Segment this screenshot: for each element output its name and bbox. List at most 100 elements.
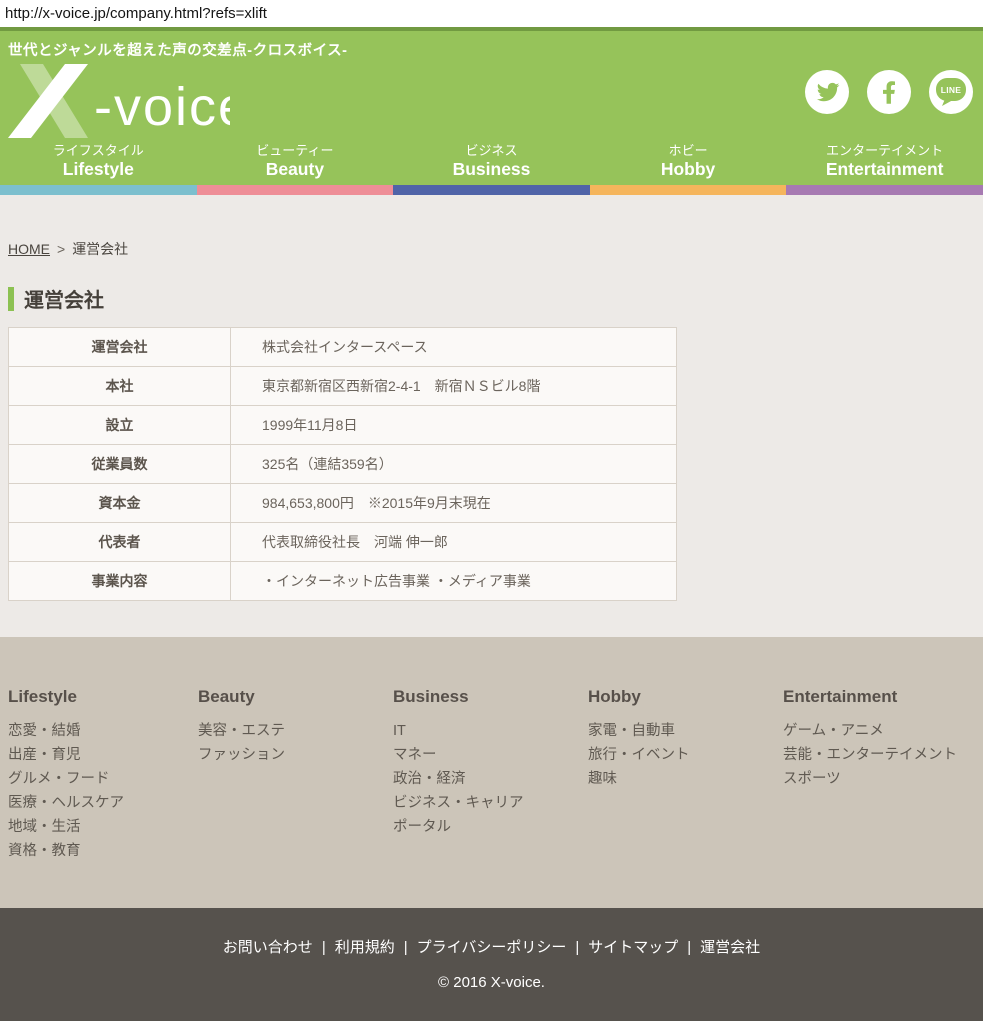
stripe-entertainment: [786, 185, 983, 195]
footer-sitemap: Lifestyle 恋愛・結婚 出産・育児 グルメ・フード 医療・ヘルスケア 地…: [0, 637, 983, 908]
breadcrumb-current: 運営会社: [72, 241, 128, 257]
footer-link[interactable]: 地域・生活: [8, 815, 198, 839]
footer-column-title: Business: [393, 687, 588, 707]
info-value-cell: 984,653,800円 ※2015年9月末現在: [231, 484, 677, 523]
line-button[interactable]: LINE: [929, 70, 973, 114]
footer-column-hobby: Hobby 家電・自動車 旅行・イベント 趣味: [588, 687, 783, 908]
nav-item-beauty[interactable]: ビューティー Beauty: [197, 142, 394, 185]
table-row: 本社 東京都新宿区西新宿2-4-1 新宿ＮＳビル8階: [9, 367, 677, 406]
footer-link-separator: |: [575, 939, 579, 956]
footer-bottom-link-terms[interactable]: 利用規約: [335, 939, 395, 956]
footer-link-separator: |: [404, 939, 408, 956]
facebook-button[interactable]: [867, 70, 911, 114]
footer-bottom-links: お問い合わせ | 利用規約 | プライバシーポリシー | サイトマップ | 運営会社: [0, 938, 983, 957]
footer-link[interactable]: スポーツ: [783, 767, 978, 791]
footer-link-separator: |: [687, 939, 691, 956]
nav-label-jp: ビジネス: [393, 142, 590, 159]
footer-column-title: Hobby: [588, 687, 783, 707]
nav-label-en: Entertainment: [786, 159, 983, 180]
page-title-text: 運営会社: [24, 284, 104, 313]
table-row: 従業員数 325名（連結359名）: [9, 445, 677, 484]
nav-label-jp: エンターテイメント: [786, 142, 983, 159]
nav-label-en: Lifestyle: [0, 159, 197, 180]
info-label-cell: 資本金: [9, 484, 231, 523]
page-title: 運営会社: [8, 284, 975, 313]
twitter-icon: [815, 80, 840, 105]
main-nav: ライフスタイル Lifestyle ビューティー Beauty ビジネス Bus…: [0, 142, 983, 185]
info-label-cell: 事業内容: [9, 562, 231, 601]
company-info-table: 運営会社 株式会社インタースペース 本社 東京都新宿区西新宿2-4-1 新宿ＮＳ…: [8, 327, 677, 601]
footer-link[interactable]: グルメ・フード: [8, 767, 198, 791]
footer-link[interactable]: ビジネス・キャリア: [393, 791, 588, 815]
footer-bottom-link-contact[interactable]: お問い合わせ: [223, 939, 313, 956]
info-label-cell: 従業員数: [9, 445, 231, 484]
footer-link-separator: |: [322, 939, 326, 956]
nav-item-hobby[interactable]: ホビー Hobby: [590, 142, 787, 185]
table-row: 設立 1999年11月8日: [9, 406, 677, 445]
info-value-cell: 東京都新宿区西新宿2-4-1 新宿ＮＳビル8階: [231, 367, 677, 406]
nav-label-en: Hobby: [590, 159, 787, 180]
nav-label-en: Business: [393, 159, 590, 180]
footer-link[interactable]: 医療・ヘルスケア: [8, 791, 198, 815]
breadcrumb-home-link[interactable]: HOME: [8, 241, 50, 257]
footer-link[interactable]: 出産・育児: [8, 743, 198, 767]
footer-link[interactable]: 資格・教育: [8, 839, 198, 863]
info-label-cell: 代表者: [9, 523, 231, 562]
footer-column-entertainment: Entertainment ゲーム・アニメ 芸能・エンターテイメント スポーツ: [783, 687, 978, 908]
table-row: 代表者 代表取締役社長 河端 伸一郎: [9, 523, 677, 562]
nav-item-lifestyle[interactable]: ライフスタイル Lifestyle: [0, 142, 197, 185]
nav-label-jp: ホビー: [590, 142, 787, 159]
footer-link[interactable]: ファッション: [198, 743, 393, 767]
footer-link[interactable]: 趣味: [588, 767, 783, 791]
footer-link[interactable]: 美容・エステ: [198, 719, 393, 743]
footer-link[interactable]: 旅行・イベント: [588, 743, 783, 767]
footer-bottom-link-privacy[interactable]: プライバシーポリシー: [417, 939, 567, 956]
facebook-icon: [882, 81, 896, 104]
info-label-cell: 本社: [9, 367, 231, 406]
site-header: 世代とジャンルを超えた声の交差点-クロスボイス- -voice LINE ライフ…: [0, 31, 983, 185]
nav-item-entertainment[interactable]: エンターテイメント Entertainment: [786, 142, 983, 185]
stripe-lifestyle: [0, 185, 197, 195]
footer-column-lifestyle: Lifestyle 恋愛・結婚 出産・育児 グルメ・フード 医療・ヘルスケア 地…: [8, 687, 198, 908]
footer-column-title: Entertainment: [783, 687, 978, 707]
url-bar: http://x-voice.jp/company.html?refs=xlif…: [0, 0, 983, 27]
footer-bottom-link-sitemap[interactable]: サイトマップ: [588, 939, 678, 956]
info-label-cell: 設立: [9, 406, 231, 445]
breadcrumb: HOME>運営会社: [8, 239, 975, 259]
footer-link[interactable]: ポータル: [393, 815, 588, 839]
footer-link[interactable]: 芸能・エンターテイメント: [783, 743, 978, 767]
table-row: 資本金 984,653,800円 ※2015年9月末現在: [9, 484, 677, 523]
footer-column-business: Business IT マネー 政治・経済 ビジネス・キャリア ポータル: [393, 687, 588, 908]
stripe-business: [393, 185, 590, 195]
main-content: HOME>運営会社 運営会社 運営会社 株式会社インタースペース 本社 東京都新…: [0, 195, 983, 637]
twitter-button[interactable]: [805, 70, 849, 114]
logo-wordmark: -voice: [94, 77, 230, 137]
url-text[interactable]: http://x-voice.jp/company.html?refs=xlif…: [5, 5, 267, 22]
info-value-cell: 代表取締役社長 河端 伸一郎: [231, 523, 677, 562]
footer-link[interactable]: 家電・自動車: [588, 719, 783, 743]
site-logo[interactable]: -voice: [8, 64, 230, 138]
footer-column-title: Beauty: [198, 687, 393, 707]
footer-link[interactable]: マネー: [393, 743, 588, 767]
nav-color-stripes: [0, 185, 983, 195]
site-tagline: 世代とジャンルを超えた声の交差点-クロスボイス-: [0, 31, 983, 60]
footer-link[interactable]: 政治・経済: [393, 767, 588, 791]
nav-item-business[interactable]: ビジネス Business: [393, 142, 590, 185]
social-icons: LINE: [805, 70, 973, 114]
line-icon: LINE: [935, 77, 967, 107]
footer-bottom: お問い合わせ|利用規約|プライバシーポリシー|サイトマップ|運営会社 © 201…: [0, 908, 983, 1021]
footer-bottom-link-company[interactable]: 運営会社: [700, 939, 760, 956]
table-row: 事業内容 ・インターネット広告事業 ・メディア事業: [9, 562, 677, 601]
footer-column-title: Lifestyle: [8, 687, 198, 707]
footer-link[interactable]: 恋愛・結婚: [8, 719, 198, 743]
stripe-beauty: [197, 185, 394, 195]
footer-link[interactable]: IT: [393, 719, 588, 743]
info-value-cell: 株式会社インタースペース: [231, 328, 677, 367]
footer-column-beauty: Beauty 美容・エステ ファッション: [198, 687, 393, 908]
footer-link[interactable]: ゲーム・アニメ: [783, 719, 978, 743]
nav-label-en: Beauty: [197, 159, 394, 180]
info-value-cell: ・インターネット広告事業 ・メディア事業: [231, 562, 677, 601]
nav-label-jp: ライフスタイル: [0, 142, 197, 159]
info-value-cell: 1999年11月8日: [231, 406, 677, 445]
stripe-hobby: [590, 185, 787, 195]
